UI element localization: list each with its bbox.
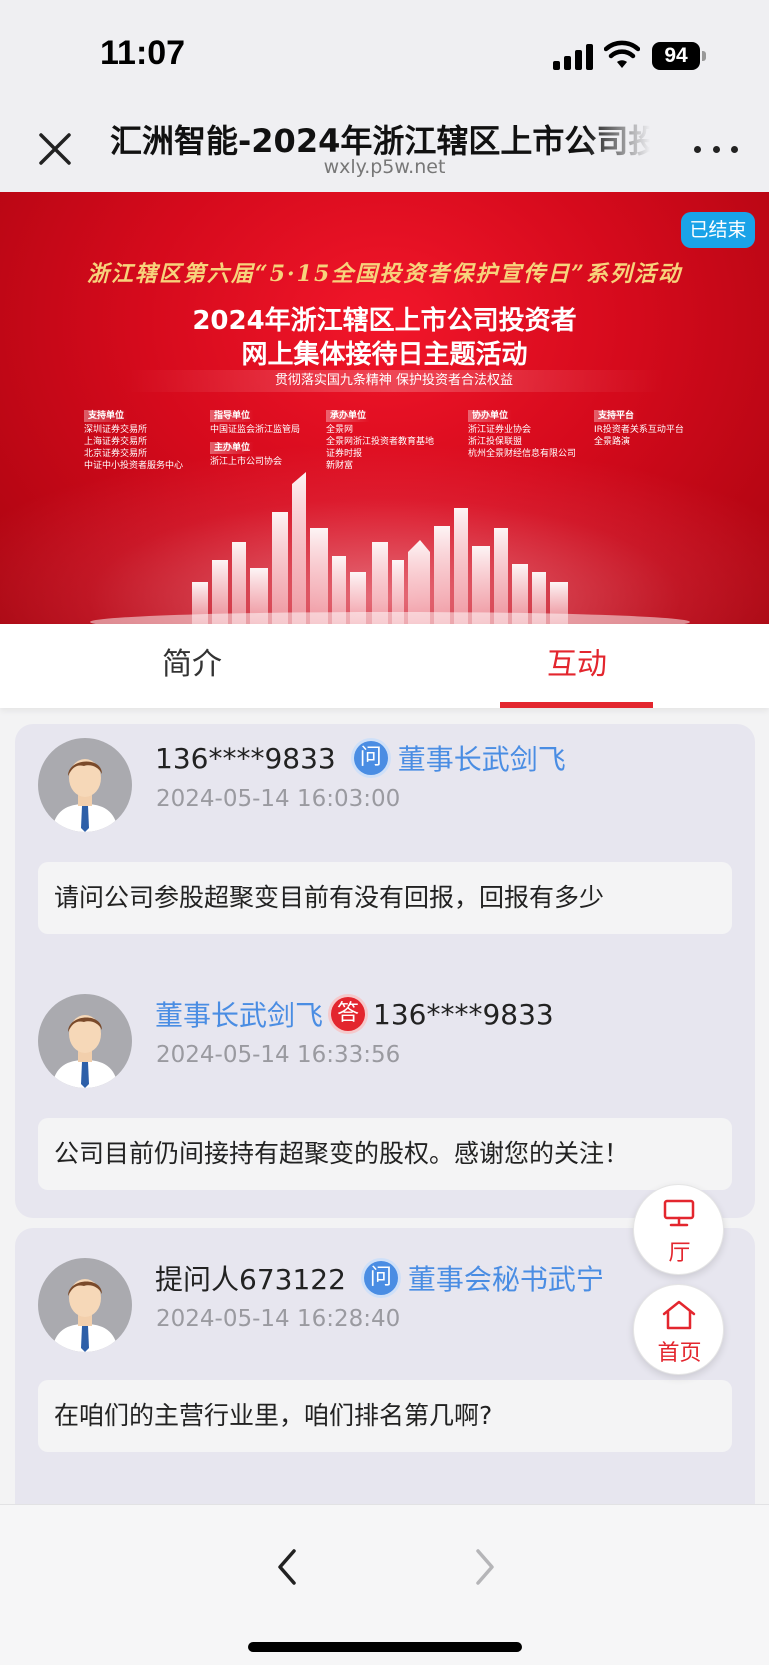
- banner-slogan: 贯彻落实国九条精神 保护投资者合法权益: [124, 370, 664, 392]
- question-target[interactable]: 董事长武剑飞: [398, 738, 566, 778]
- question-header: 提问人673122 问 董事会秘书武宁: [155, 1258, 604, 1298]
- user-avatar-icon: [52, 1279, 118, 1352]
- active-tab-indicator: [500, 702, 653, 708]
- org-line: 全景路演: [594, 437, 631, 447]
- banner-series-title: 浙江辖区第六届“5·15全国投资者保护宣传日”系列活动: [87, 261, 682, 287]
- avatar: [38, 994, 132, 1088]
- status-badge: 已结束: [681, 212, 755, 248]
- nav-bar: 汇洲智能-2024年浙江辖区上市公司投资者网上集体接待日主题活动 wxly.p5…: [0, 110, 769, 192]
- org-line: 北京证券交易所: [84, 449, 148, 459]
- hall-label: 厅: [668, 1241, 691, 1266]
- banner-title-line1: 2024年浙江辖区上市公司投资者: [192, 306, 577, 336]
- question-time: 2024-05-14 16:03:00: [156, 786, 401, 812]
- org-group-guide: 指导单位 中国证监会浙江监管局 主办单位 浙江上市公司协会: [210, 410, 300, 468]
- tab-bar: 简介 互动: [0, 624, 769, 708]
- avatar: [38, 738, 132, 832]
- org-line: 浙江投保联盟: [468, 437, 523, 447]
- tab-interaction[interactable]: 互动: [385, 624, 769, 708]
- org-head: 指导单位: [210, 410, 255, 422]
- wifi-icon: [604, 40, 640, 68]
- question-badge: 问: [353, 741, 388, 775]
- battery-icon: 94: [652, 42, 700, 70]
- event-banner: 已结束 浙江辖区第六届“5·15全国投资者保护宣传日”系列活动 2024年浙江辖…: [0, 192, 769, 624]
- org-group-organizer: 承办单位 全景网 全景网浙江投资者教育基地 证券时报 新财富: [326, 410, 434, 472]
- answer-header: 董事长武剑飞 答 136****9833: [155, 994, 554, 1034]
- answer-badge: 答: [331, 997, 366, 1031]
- responder-name[interactable]: 董事长武剑飞: [155, 994, 323, 1034]
- org-head: 支持单位: [84, 410, 129, 422]
- question-target[interactable]: 董事会秘书武宁: [408, 1258, 604, 1298]
- user-avatar-icon: [52, 759, 118, 832]
- avatar: [38, 1258, 132, 1352]
- user-avatar-icon: [52, 1015, 118, 1088]
- org-head: 支持平台: [594, 410, 639, 422]
- home-indicator: [248, 1642, 522, 1652]
- asker-name: 136****9833: [155, 741, 336, 775]
- org-line: 中国证监会浙江监管局: [210, 425, 301, 435]
- answer-time: 2024-05-14 16:33:56: [156, 1042, 401, 1068]
- qa-card: 提问人673122 问 董事会秘书武宁 2024-05-14 16:28:40 …: [15, 1228, 755, 1528]
- org-group-co-organizer: 协办单位 浙江证券业协会 浙江投保联盟 杭州全景财经信息有限公司: [468, 410, 576, 460]
- qa-card: 136****9833 问 董事长武剑飞 2024-05-14 16:03:00…: [15, 724, 755, 1218]
- org-line: 浙江证券业协会: [468, 425, 532, 435]
- status-bar: 11:07 94: [0, 0, 769, 110]
- question-text: 请问公司参股超聚变目前有没有回报，回报有多少: [38, 862, 732, 934]
- banner-title-line2: 网上集体接待日主题活动: [241, 340, 528, 370]
- browser-toolbar: [0, 1504, 769, 1665]
- page-url: wxly.p5w.net: [323, 156, 446, 178]
- org-line: 证券时报: [326, 449, 363, 459]
- org-line: IR投资者关系互动平台: [594, 425, 684, 435]
- battery-tip: [702, 51, 706, 61]
- org-line: 全景网: [326, 425, 354, 435]
- answer-text: 公司目前仍间接持有超聚变的股权。感谢您的关注！: [38, 1118, 732, 1190]
- question-text: 在咱们的主营行业里，咱们排名第几啊?: [38, 1380, 732, 1452]
- org-line: 中证中小投资者服务中心: [84, 461, 184, 471]
- org-head: 主办单位: [210, 442, 255, 454]
- signal-icon: [553, 44, 593, 70]
- home-icon: [662, 1300, 696, 1330]
- question-time: 2024-05-14 16:28:40: [156, 1306, 401, 1332]
- question-badge: 问: [363, 1261, 398, 1295]
- org-group-platform: 支持平台 IR投资者关系互动平台 全景路演: [594, 410, 684, 448]
- org-line: 深圳证券交易所: [84, 425, 148, 435]
- question-header: 136****9833 问 董事长武剑飞: [155, 738, 566, 778]
- org-line: 新财富: [326, 461, 354, 471]
- tab-intro[interactable]: 简介: [0, 624, 384, 708]
- monitor-icon: [663, 1199, 695, 1227]
- org-head: 承办单位: [326, 410, 371, 422]
- back-arrow-icon[interactable]: [272, 1547, 302, 1587]
- hall-button[interactable]: 厅: [633, 1184, 724, 1275]
- org-line: 上海证券交易所: [84, 437, 148, 447]
- org-line: 杭州全景财经信息有限公司: [468, 449, 577, 459]
- answer-recipient: 136****9833: [373, 997, 554, 1031]
- more-icon[interactable]: [694, 142, 738, 156]
- city-skyline-illustration: [90, 472, 690, 624]
- status-time: 11:07: [100, 34, 186, 72]
- asker-name: 提问人673122: [155, 1263, 346, 1296]
- home-button[interactable]: 首页: [633, 1284, 724, 1375]
- org-group-support: 支持单位 深圳证券交易所 上海证券交易所 北京证券交易所 中证中小投资者服务中心: [84, 410, 183, 472]
- forward-arrow-icon[interactable]: [470, 1547, 500, 1587]
- org-head: 协办单位: [468, 410, 513, 422]
- home-label: 首页: [657, 1341, 702, 1366]
- org-line: 全景网浙江投资者教育基地: [326, 437, 435, 447]
- org-line: 浙江上市公司协会: [210, 457, 283, 467]
